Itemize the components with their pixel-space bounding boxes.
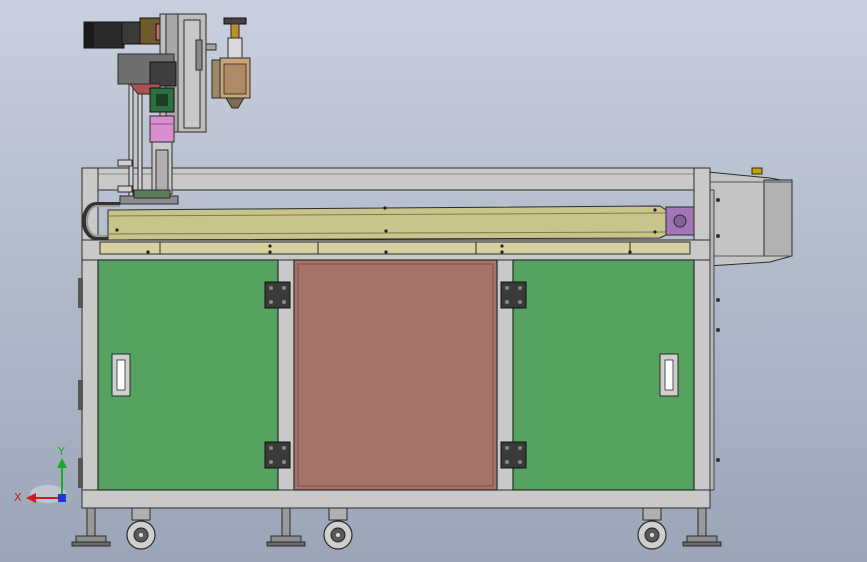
axis-triad: Y X xyxy=(14,445,67,504)
conveyor xyxy=(81,202,695,255)
warning-light-icon xyxy=(751,167,763,175)
side-enclosure xyxy=(707,167,793,267)
x-axis-label: X xyxy=(14,491,22,504)
hinge-icon xyxy=(500,281,527,309)
casters xyxy=(126,507,667,550)
caster-wheel-icon xyxy=(637,507,667,550)
leveling-foot-icon xyxy=(682,507,722,547)
leveling-foot-icon xyxy=(71,507,111,547)
servo-motor xyxy=(83,17,167,49)
cad-viewport[interactable]: Y X xyxy=(0,0,867,562)
hinge-icon xyxy=(500,441,527,469)
left-door[interactable] xyxy=(97,259,279,491)
caster-wheel-icon xyxy=(126,507,156,550)
y-axis-label: Y xyxy=(57,445,65,458)
machine-drawing: Y X xyxy=(14,13,793,550)
hinge-icon xyxy=(264,441,291,469)
hinge-icon xyxy=(264,281,291,309)
z-axis-icon xyxy=(58,494,66,502)
right-door[interactable] xyxy=(512,259,695,491)
leveling-feet xyxy=(71,507,722,547)
leveling-foot-icon xyxy=(266,507,306,547)
caster-wheel-icon xyxy=(323,507,353,550)
center-panel xyxy=(293,259,498,491)
